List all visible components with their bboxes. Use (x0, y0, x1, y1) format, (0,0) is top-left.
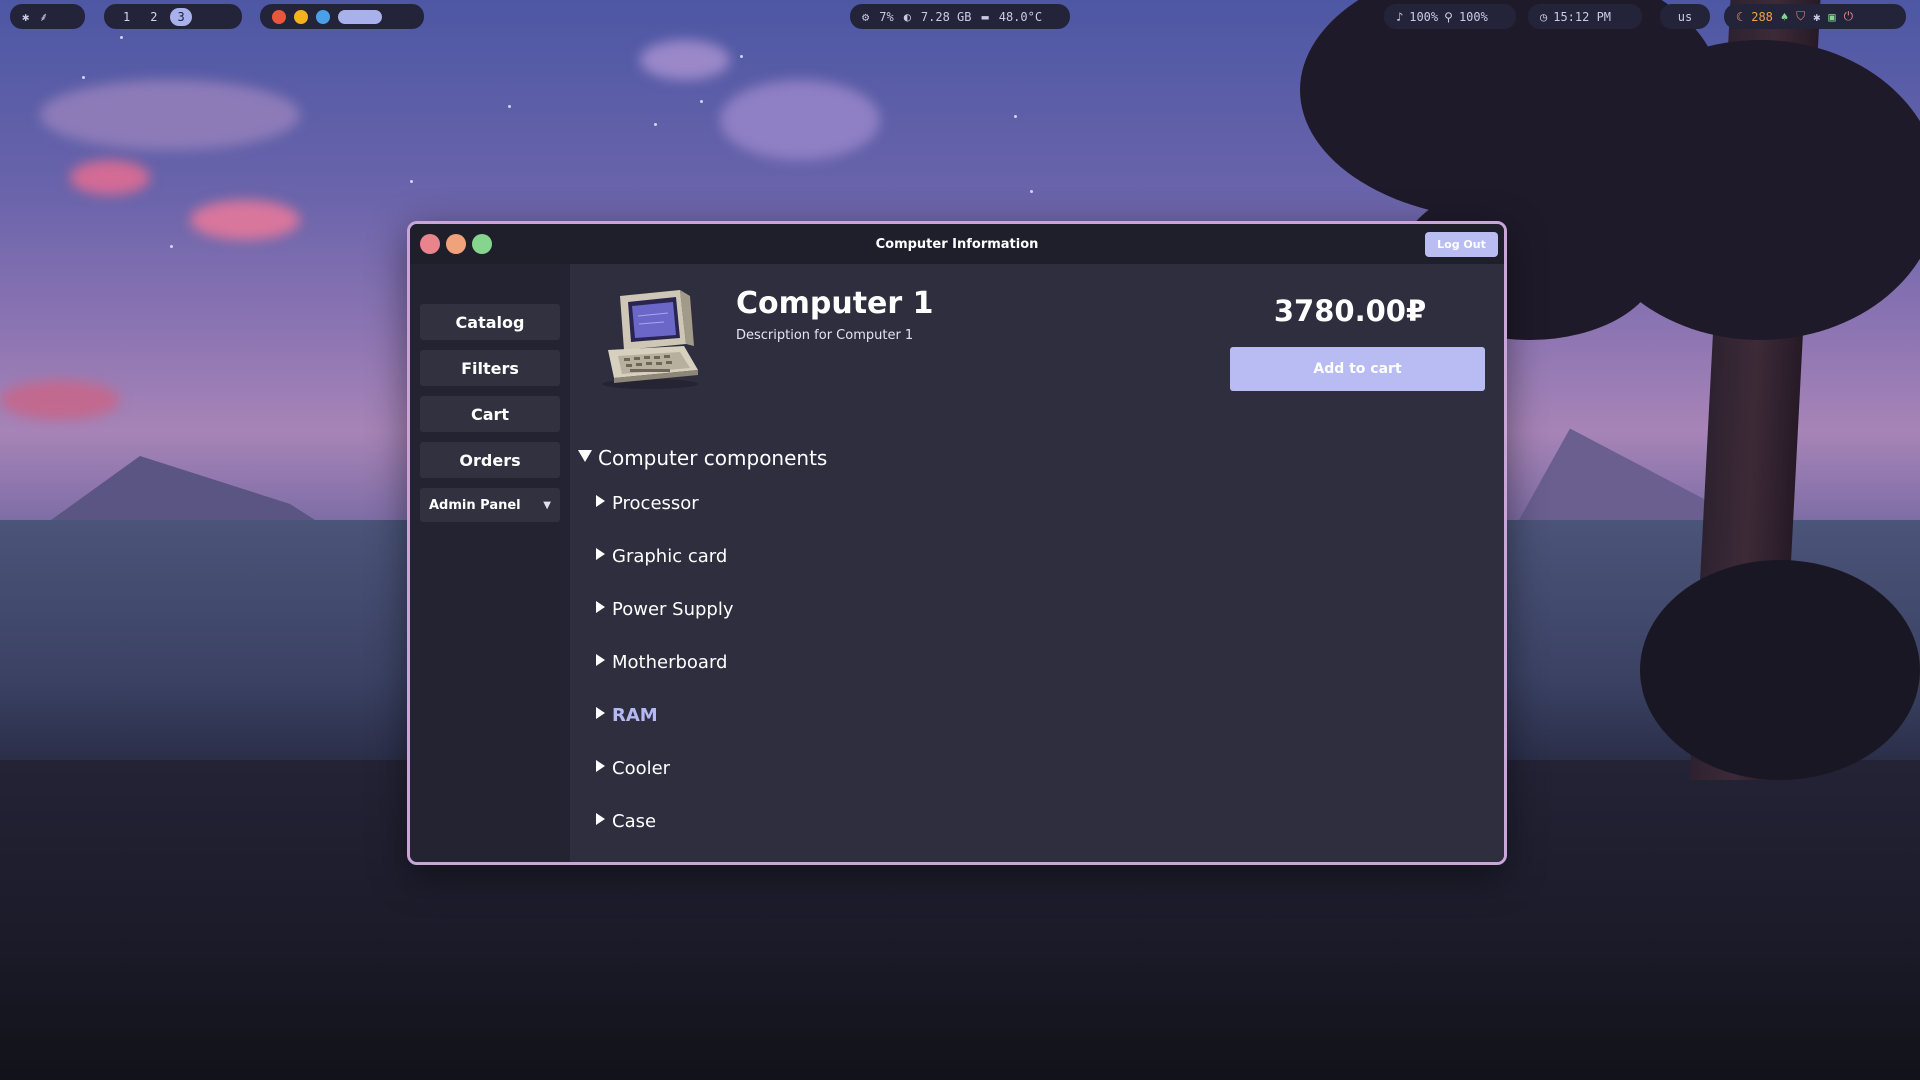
collapsed-triangle-icon (596, 548, 605, 560)
product-name: Computer 1 (736, 286, 934, 321)
component-label: Graphic card (612, 545, 728, 567)
cpu-icon: ⚙ (862, 9, 870, 24)
workspace-2[interactable]: 2 (143, 8, 164, 26)
collapsed-triangle-icon (596, 654, 605, 666)
updates-count[interactable]: 288 (1751, 10, 1773, 24)
expanded-triangle-icon (578, 450, 592, 462)
close-button[interactable] (420, 234, 440, 254)
components-toggle[interactable]: Computer components (578, 446, 827, 470)
microphone-icon: ⚲ (1444, 9, 1453, 24)
collapsed-triangle-icon (596, 601, 605, 613)
component-case[interactable]: Case (596, 808, 827, 834)
product-detail: Computer 1 Description for Computer 1 37… (570, 264, 1504, 862)
minimize-button[interactable] (446, 234, 466, 254)
topbar-system-pill[interactable]: ✱ ⸙ (10, 4, 85, 29)
component-label: Case (612, 810, 657, 832)
collapsed-triangle-icon (596, 760, 605, 772)
volume-level: 100% (1409, 9, 1439, 24)
keyboard-layout-label: us (1677, 9, 1693, 24)
admin-panel-select[interactable]: Admin Panel ▼ (420, 488, 560, 522)
chevron-down-icon: ▼ (543, 499, 551, 511)
add-to-cart-button[interactable]: Add to cart (1230, 347, 1485, 391)
component-cooler[interactable]: Cooler (596, 755, 827, 781)
cpu-usage: 7% (879, 9, 894, 24)
component-label: Power Supply (612, 598, 734, 620)
battery-icon[interactable]: ▣ (1828, 10, 1835, 24)
power-icon[interactable]: ⏻ (1844, 9, 1854, 24)
component-ram[interactable]: RAM (596, 702, 827, 728)
product-price: 3780.00₽ (1273, 294, 1427, 328)
collapsed-triangle-icon (596, 813, 605, 825)
clock[interactable]: ◷ 15:12 PM (1528, 4, 1642, 29)
component-label: Cooler (612, 757, 671, 779)
bluetooth-tray-icon[interactable]: ✱ (1813, 10, 1820, 24)
component-label: RAM (612, 704, 658, 726)
active-app-indicator[interactable] (338, 9, 382, 24)
product-description: Description for Computer 1 (736, 328, 914, 343)
speaker-icon: ♪ (1396, 9, 1404, 24)
temperature: 48.0°C (998, 9, 1043, 24)
component-motherboard[interactable]: Motherboard (596, 649, 827, 675)
sidebar: Catalog Filters Cart Orders Admin Panel … (410, 264, 570, 862)
sidebar-item-orders[interactable]: Orders (420, 442, 560, 478)
clock-icon: ◷ (1540, 9, 1548, 24)
component-power-supply[interactable]: Power Supply (596, 596, 827, 622)
component-graphic-card[interactable]: Graphic card (596, 543, 827, 569)
window-titlebar[interactable]: Computer Information Log Out (410, 224, 1504, 264)
computer-information-window: Computer Information Log Out Catalog Fil… (407, 221, 1507, 865)
window-controls (420, 234, 492, 254)
firefox-icon[interactable] (272, 9, 286, 24)
components-title: Computer components (598, 446, 828, 470)
app-tray (260, 4, 424, 29)
workspace-3[interactable]: 3 (170, 7, 192, 26)
notification-icon[interactable]: ♠ (1781, 10, 1788, 24)
updates-icon: ☾ (1736, 9, 1744, 24)
workspace-switcher: 1 2 3 (104, 4, 242, 29)
component-processor[interactable]: Processor (596, 490, 827, 516)
component-label: Motherboard (612, 651, 728, 673)
memory-usage: 7.28 GB (920, 9, 972, 24)
system-stats: ⚙ 7% ◐ 7.28 GB ▬ 48.0°C (850, 4, 1070, 29)
bluetooth-icon[interactable]: ✱ (22, 10, 29, 24)
workspace-1[interactable]: 1 (116, 8, 137, 26)
collapsed-triangle-icon (596, 707, 605, 719)
tray-status: ☾ 288 ♠ ⛉ ✱ ▣ ⏻ (1724, 4, 1906, 29)
collapsed-triangle-icon (596, 495, 605, 507)
memory-icon: ◐ (903, 9, 911, 24)
components-tree: Computer components Processor Graphic ca… (578, 446, 827, 834)
sidebar-item-filters[interactable]: Filters (420, 350, 560, 386)
sidebar-item-catalog[interactable]: Catalog (420, 304, 560, 340)
admin-panel-label: Admin Panel (429, 497, 521, 513)
keyboard-layout[interactable]: us (1660, 4, 1710, 29)
shield-icon[interactable]: ⛉ (1796, 9, 1805, 24)
window-title: Computer Information (875, 236, 1039, 252)
audio-status[interactable]: ♪ 100% ⚲ 100% (1384, 4, 1516, 29)
mic-level: 100% (1458, 9, 1488, 24)
sidebar-item-cart[interactable]: Cart (420, 396, 560, 432)
retro-computer-icon (602, 290, 698, 389)
sun-app-icon[interactable] (294, 9, 308, 24)
feather-icon[interactable]: ⸙ (39, 8, 48, 25)
component-label: Processor (612, 492, 699, 514)
temperature-icon: ▬ (981, 9, 989, 24)
vscode-icon[interactable] (316, 9, 330, 24)
maximize-button[interactable] (472, 234, 492, 254)
clock-time: 15:12 PM (1553, 9, 1612, 24)
logout-button[interactable]: Log Out (1425, 232, 1498, 257)
